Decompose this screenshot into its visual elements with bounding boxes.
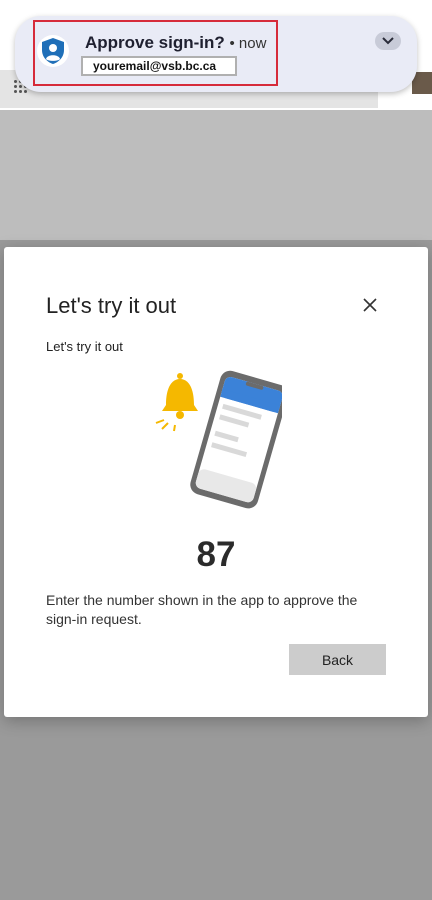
highlight-annotation xyxy=(33,20,278,86)
bell-icon xyxy=(155,373,198,432)
close-button[interactable] xyxy=(360,295,380,315)
notification-title: Approve sign-in? • now xyxy=(85,33,266,53)
phone-icon xyxy=(190,370,289,509)
dialog-subtitle: Let's try it out xyxy=(46,339,123,354)
try-it-out-dialog: Let's try it out Let's try it out 87 Ent… xyxy=(4,247,428,717)
instruction-text: Enter the number shown in the app to app… xyxy=(46,592,358,627)
expand-notification-button[interactable] xyxy=(375,32,401,50)
notification-title-text: Approve sign-in? xyxy=(85,33,225,52)
dialog-title: Let's try it out xyxy=(46,293,177,318)
chevron-down-icon xyxy=(382,37,394,45)
notification-time: • now xyxy=(229,35,267,52)
close-icon xyxy=(363,298,377,312)
sign-in-number: 87 xyxy=(196,535,236,574)
back-button[interactable]: Back xyxy=(289,644,386,675)
phone-notification-bell-illustration xyxy=(152,365,289,515)
sign-in-notification[interactable]: Approve sign-in? • now youremail@vsb.bc.… xyxy=(15,16,417,92)
notification-email: youremail@vsb.bc.ca xyxy=(81,56,237,76)
